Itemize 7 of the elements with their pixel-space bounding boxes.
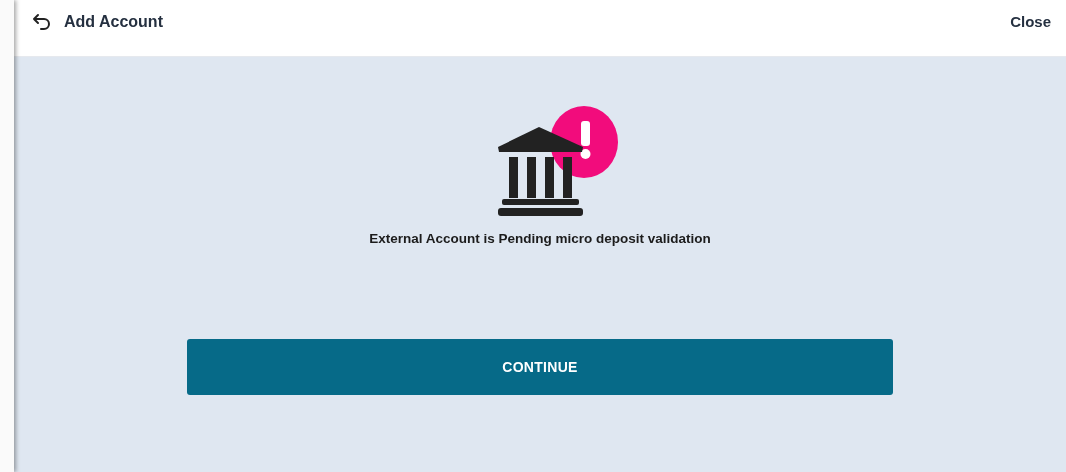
bank-alert-icon bbox=[497, 105, 621, 217]
status-message: External Account is Pending micro deposit validation bbox=[369, 231, 711, 246]
back-arrow-icon bbox=[32, 13, 52, 31]
close-button[interactable]: Close bbox=[1010, 11, 1051, 33]
back-button[interactable] bbox=[32, 11, 52, 33]
continue-button[interactable]: CONTINUE bbox=[187, 339, 893, 395]
header-title: Add Account bbox=[64, 12, 163, 32]
